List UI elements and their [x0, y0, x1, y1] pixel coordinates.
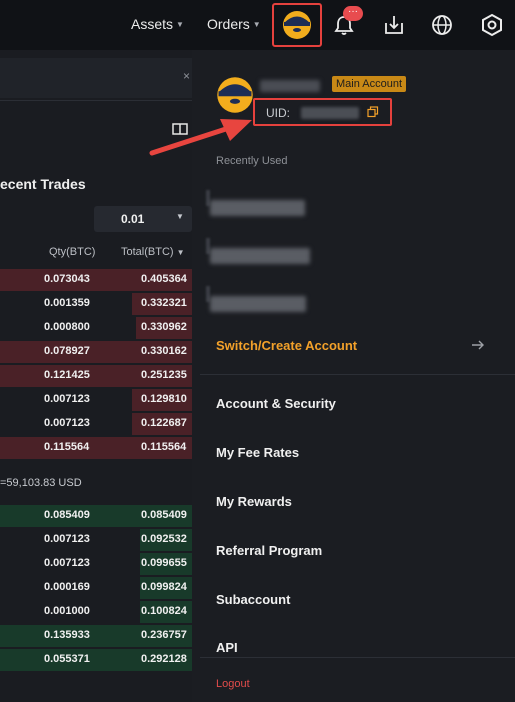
download-button[interactable]: [377, 8, 411, 42]
total-cell: 0.236757: [141, 629, 187, 641]
qty-cell: 0.007123: [44, 417, 90, 429]
table-row: 0.000169 0.099824: [0, 577, 192, 599]
table-row: 0.007123 0.099655: [0, 553, 192, 575]
copy-icon[interactable]: [367, 106, 379, 118]
nav-assets[interactable]: Assets ▼: [131, 16, 184, 32]
globe-icon: [432, 15, 452, 35]
chevron-down-icon: ▼: [252, 19, 261, 29]
menu-rewards[interactable]: My Rewards: [216, 494, 292, 509]
language-button[interactable]: [425, 8, 459, 42]
table-row: 0.078927 0.330162: [0, 341, 192, 363]
mid-price: =59,103.83 USD: [0, 477, 82, 489]
account-name-redacted: [260, 80, 320, 92]
chevron-down-icon: ▼: [176, 212, 184, 221]
recent-trades-title: ecent Trades: [0, 176, 86, 192]
total-cell: 0.332321: [141, 297, 187, 309]
divider: [0, 100, 192, 101]
total-cell: 0.100824: [141, 605, 187, 617]
qty-cell: 0.121425: [44, 369, 90, 381]
table-row: 0.115564 0.115564: [0, 437, 192, 459]
column-header-qty: Qty(BTC): [49, 246, 96, 258]
switch-create-account-link[interactable]: Switch/Create Account: [216, 338, 357, 353]
qty-cell: 0.007123: [44, 393, 90, 405]
table-row: 0.085409 0.085409: [0, 505, 192, 527]
qty-cell: 0.000169: [44, 581, 90, 593]
table-row: 0.073043 0.405364: [0, 269, 192, 291]
qty-cell: 0.001000: [44, 605, 90, 617]
qty-cell: 0.078927: [44, 345, 90, 357]
total-cell: 0.292128: [141, 653, 187, 665]
divider: [200, 374, 515, 375]
nav-orders-label: Orders: [207, 16, 250, 32]
main-account-badge: Main Account: [332, 76, 407, 92]
qty-cell: 0.007123: [44, 533, 90, 545]
total-cell: 0.122687: [141, 417, 187, 429]
total-cell: 0.092532: [141, 533, 187, 545]
uid-label: UID:: [266, 106, 290, 120]
settings-hex-icon: [482, 13, 502, 37]
total-cell: 0.099655: [141, 557, 187, 569]
top-navigation: Assets ▼ Orders ▼ ···: [0, 0, 515, 50]
total-cell: 0.330962: [141, 321, 187, 333]
column-header-total-label: Total(BTC): [121, 246, 174, 258]
table-row: 0.007123 0.092532: [0, 529, 192, 551]
chevron-down-icon: ▼: [176, 248, 185, 257]
total-cell: 0.099824: [141, 581, 187, 593]
qty-cell: 0.135933: [44, 629, 90, 641]
table-row: 0.007123 0.122687: [0, 413, 192, 435]
download-icon: [385, 16, 403, 34]
precision-value: 0.01: [121, 212, 145, 226]
nav-assets-label: Assets: [131, 16, 174, 32]
menu-api[interactable]: API: [216, 640, 238, 655]
recent-account-item[interactable]: [210, 248, 310, 264]
menu-subaccount[interactable]: Subaccount: [216, 592, 290, 607]
divider: [200, 657, 515, 658]
qty-cell: 0.001359: [44, 297, 90, 309]
menu-account-security[interactable]: Account & Security: [216, 396, 336, 411]
qty-cell: 0.055371: [44, 653, 90, 665]
table-row: 0.055371 0.292128: [0, 649, 192, 671]
table-row: 0.000800 0.330962: [0, 317, 192, 339]
annotation-arrow-icon: [149, 119, 252, 156]
close-icon[interactable]: ×: [183, 69, 190, 83]
menu-fee-rates[interactable]: My Fee Rates: [216, 445, 299, 460]
precision-select[interactable]: 0.01 ▼: [94, 206, 192, 232]
notification-badge: ···: [343, 6, 363, 21]
total-cell: 0.085409: [141, 509, 187, 521]
logout-link[interactable]: Logout: [216, 678, 250, 690]
table-row: 0.001000 0.100824: [0, 601, 192, 623]
notice-bar: ×: [0, 58, 192, 98]
column-header-total[interactable]: Total(BTC) ▼: [121, 246, 185, 258]
total-cell: 0.115564: [141, 441, 187, 453]
settings-button[interactable]: [475, 8, 509, 42]
total-cell: 0.251235: [141, 369, 187, 381]
table-row: 0.001359 0.332321: [0, 293, 192, 315]
table-row: 0.007123 0.129810: [0, 389, 192, 411]
arrow-right-icon[interactable]: [471, 338, 485, 352]
recent-account-item[interactable]: [210, 296, 306, 312]
table-row: 0.121425 0.251235: [0, 365, 192, 387]
total-cell: 0.330162: [141, 345, 187, 357]
avatar-button[interactable]: [280, 8, 314, 42]
qty-cell: 0.073043: [44, 273, 90, 285]
qty-cell: 0.085409: [44, 509, 90, 521]
uid-value-redacted: [301, 107, 359, 119]
qty-cell: 0.115564: [44, 441, 90, 453]
recent-account-item[interactable]: [210, 200, 305, 216]
total-cell: 0.405364: [141, 273, 187, 285]
avatar-icon: [217, 77, 253, 113]
total-cell: 0.129810: [141, 393, 187, 405]
uid-field: UID:: [253, 98, 392, 126]
nav-orders[interactable]: Orders ▼: [207, 16, 261, 32]
qty-cell: 0.000800: [44, 321, 90, 333]
qty-cell: 0.007123: [44, 557, 90, 569]
chevron-down-icon: ▼: [176, 19, 184, 29]
menu-referral-program[interactable]: Referral Program: [216, 543, 322, 558]
avatar-icon: [283, 11, 311, 39]
table-row: 0.135933 0.236757: [0, 625, 192, 647]
